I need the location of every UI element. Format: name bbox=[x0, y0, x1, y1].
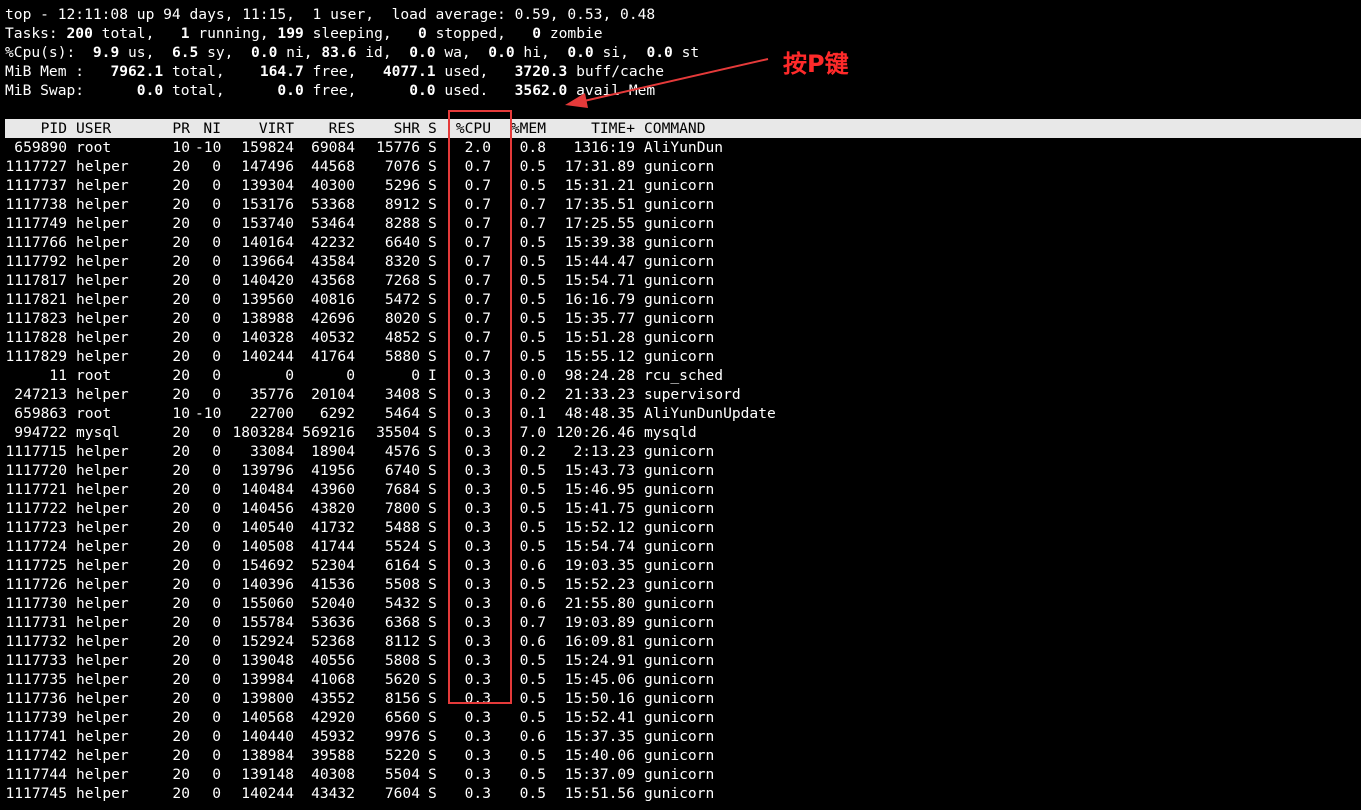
annotation-label: 按P键 bbox=[783, 50, 849, 78]
annotation-arrow-icon bbox=[565, 58, 769, 108]
